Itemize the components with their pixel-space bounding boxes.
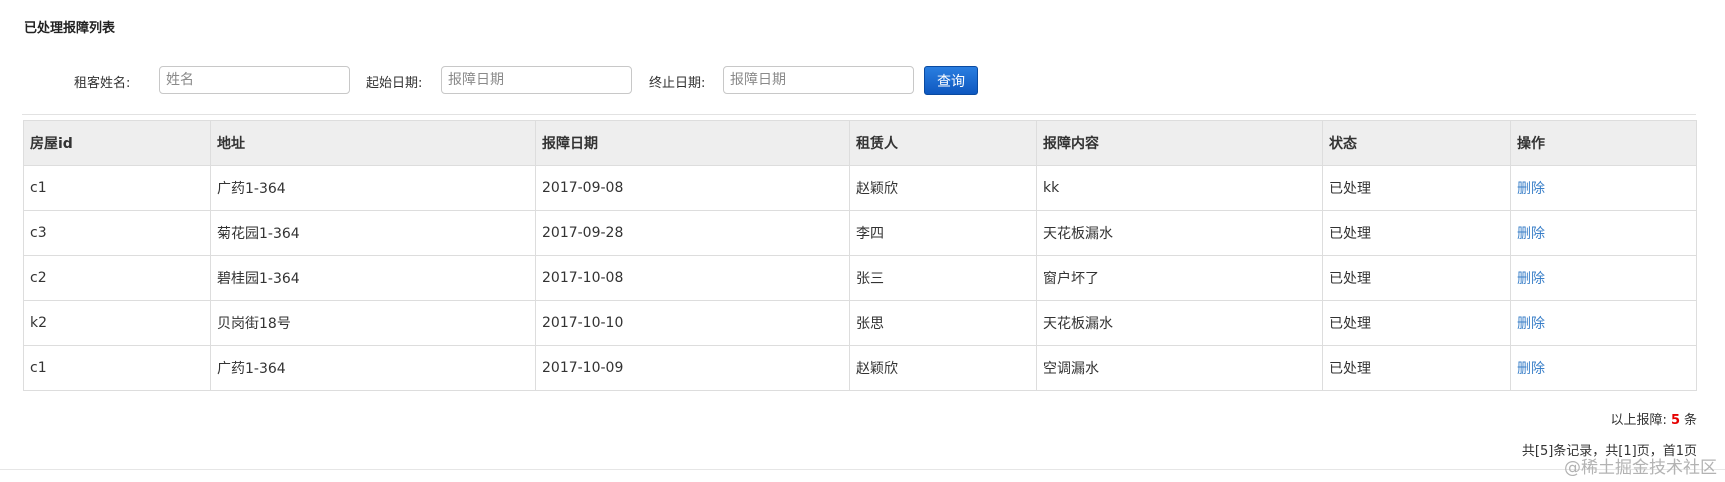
cell-tenant: 张三 [849, 255, 1037, 301]
cell-address: 贝岗街18号 [210, 300, 536, 346]
cell-house-id: c3 [23, 210, 211, 256]
cell-house-id: c1 [23, 345, 211, 391]
summary-count: 5 [1670, 413, 1680, 428]
watermark: @稀土掘金技术社区 [1564, 458, 1717, 478]
cell-status: 已处理 [1322, 300, 1511, 346]
header-action: 操作 [1510, 120, 1697, 166]
cell-address: 广药1-364 [210, 165, 536, 211]
cell-address: 广药1-364 [210, 345, 536, 391]
header-report-date: 报障日期 [535, 120, 850, 166]
tenant-name-input[interactable] [159, 66, 350, 94]
cell-report-content: 天花板漏水 [1036, 300, 1323, 346]
cell-action: 删除 [1510, 165, 1697, 211]
delete-link[interactable]: 删除 [1517, 181, 1545, 197]
delete-link[interactable]: 删除 [1517, 316, 1545, 332]
cell-action: 删除 [1510, 345, 1697, 391]
cell-status: 已处理 [1322, 165, 1511, 211]
cell-action: 删除 [1510, 300, 1697, 346]
start-date-label: 起始日期: [366, 76, 423, 91]
cell-report-date: 2017-10-08 [535, 255, 850, 301]
cell-house-id: k2 [23, 300, 211, 346]
end-date-label: 终止日期: [649, 76, 706, 91]
header-report-content: 报障内容 [1036, 120, 1323, 166]
cell-action: 删除 [1510, 210, 1697, 256]
header-status: 状态 [1322, 120, 1511, 166]
cell-action: 删除 [1510, 255, 1697, 301]
cell-status: 已处理 [1322, 345, 1511, 391]
summary-prefix: 以上报障: [1610, 413, 1667, 428]
cell-status: 已处理 [1322, 210, 1511, 256]
cell-report-date: 2017-09-28 [535, 210, 850, 256]
table-row: c1 广药1-364 2017-10-09 赵颖欣 空调漏水 已处理 删除 [23, 345, 1697, 391]
cell-report-date: 2017-09-08 [535, 165, 850, 211]
summary-suffix: 条 [1683, 413, 1697, 428]
cell-report-content: 窗户坏了 [1036, 255, 1323, 301]
cell-address: 菊花园1-364 [210, 210, 536, 256]
query-button[interactable]: 查询 [924, 66, 978, 95]
end-date-input[interactable] [723, 66, 914, 94]
table-row: c3 菊花园1-364 2017-09-28 李四 天花板漏水 已处理 删除 [23, 210, 1697, 256]
table-row: c1 广药1-364 2017-09-08 赵颖欣 kk 已处理 删除 [23, 165, 1697, 211]
tenant-name-label: 租客姓名: [74, 76, 131, 91]
cell-report-content: 空调漏水 [1036, 345, 1323, 391]
cell-address: 碧桂园1-364 [210, 255, 536, 301]
header-house-id: 房屋id [23, 120, 211, 166]
header-tenant: 租赁人 [849, 120, 1037, 166]
table-header-row: 房屋id 地址 报障日期 租赁人 报障内容 状态 操作 [23, 120, 1697, 166]
repair-table: 房屋id 地址 报障日期 租赁人 报障内容 状态 操作 c1 广药1-364 2… [23, 120, 1697, 391]
filter-bar: 租客姓名: 起始日期: 终止日期: 查询 [24, 66, 1694, 96]
divider [22, 114, 1696, 115]
start-date-input[interactable] [441, 66, 632, 94]
cell-tenant: 李四 [849, 210, 1037, 256]
cell-tenant: 张思 [849, 300, 1037, 346]
delete-link[interactable]: 删除 [1517, 226, 1545, 242]
table-row: k2 贝岗街18号 2017-10-10 张思 天花板漏水 已处理 删除 [23, 300, 1697, 346]
delete-link[interactable]: 删除 [1517, 361, 1545, 377]
cell-status: 已处理 [1322, 255, 1511, 301]
cell-report-date: 2017-10-09 [535, 345, 850, 391]
delete-link[interactable]: 删除 [1517, 271, 1545, 287]
bottom-divider [0, 469, 1725, 470]
page-title: 已处理报障列表 [24, 21, 116, 36]
cell-house-id: c2 [23, 255, 211, 301]
cell-report-date: 2017-10-10 [535, 300, 850, 346]
header-address: 地址 [210, 120, 536, 166]
cell-house-id: c1 [23, 165, 211, 211]
cell-tenant: 赵颖欣 [849, 165, 1037, 211]
cell-tenant: 赵颖欣 [849, 345, 1037, 391]
cell-report-content: kk [1036, 165, 1323, 211]
cell-report-content: 天花板漏水 [1036, 210, 1323, 256]
report-summary: 以上报障: 5 条 [1611, 409, 1697, 428]
table-row: c2 碧桂园1-364 2017-10-08 张三 窗户坏了 已处理 删除 [23, 255, 1697, 301]
